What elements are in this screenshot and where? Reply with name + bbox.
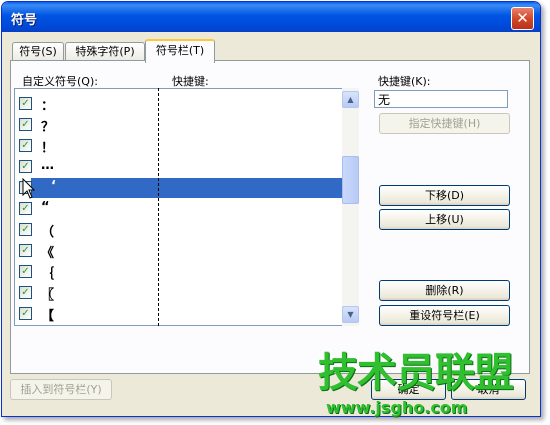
tab-symbols[interactable]: 符号(S) <box>12 42 64 61</box>
mouse-cursor-icon <box>22 177 36 203</box>
tab-special-label: 特殊字符(P) <box>75 45 135 58</box>
list-item-checkbox[interactable]: ✓ <box>19 286 32 299</box>
scroll-thumb[interactable] <box>342 156 359 204</box>
list-item-checkbox[interactable]: ✓ <box>19 223 32 236</box>
check-icon: ✓ <box>21 287 30 298</box>
list-item[interactable]: ✓ ！ <box>15 135 349 156</box>
check-icon: ✓ <box>21 266 30 277</box>
tab-symbols-label: 符号(S) <box>19 45 57 58</box>
close-icon: ✕ <box>516 9 529 27</box>
insert-to-symbol-bar-button[interactable]: 插入到符号栏(Y) <box>10 379 112 400</box>
list-item-checkbox[interactable]: ✓ <box>19 244 32 257</box>
tab-special-characters[interactable]: 特殊字符(P) <box>65 42 145 61</box>
list-item-symbol: （ <box>41 225 55 240</box>
scroll-down-button[interactable]: ▼ <box>342 306 359 323</box>
list-item[interactable]: ✓ 【 <box>15 303 349 324</box>
delete-button[interactable]: 删除(R) <box>379 280 510 301</box>
list-scrollbar[interactable]: ▲ ▼ <box>342 88 359 326</box>
scroll-up-button[interactable]: ▲ <box>342 91 359 108</box>
list-item-checkbox[interactable]: ✓ <box>19 118 32 131</box>
check-icon: ✓ <box>21 203 30 214</box>
list-item-symbol: “ <box>41 200 50 215</box>
chevron-down-icon: ▼ <box>347 310 354 319</box>
window-title: 符号 <box>11 13 38 28</box>
reset-symbol-bar-button[interactable]: 重设符号栏(E) <box>379 305 510 326</box>
list-item-symbol: 〖 <box>41 288 55 303</box>
list-item-selected[interactable]: ‘ <box>15 177 349 198</box>
list-item[interactable]: ✓ ： <box>15 93 349 114</box>
check-icon: ✓ <box>21 245 30 256</box>
check-icon: ✓ <box>21 119 30 130</box>
list-item[interactable]: ✓ … <box>15 156 349 177</box>
tab-symbol-bar-label: 符号栏(T) <box>155 44 205 57</box>
assign-shortcut-button[interactable]: 指定快捷键(H) <box>379 113 510 134</box>
list-item-symbol: ： <box>41 99 55 114</box>
list-item[interactable]: ✓ （ <box>15 219 349 240</box>
check-icon: ✓ <box>21 224 30 235</box>
list-item-checkbox[interactable]: ✓ <box>19 97 32 110</box>
list-item-checkbox[interactable]: ✓ <box>19 265 32 278</box>
shortcut-key-label: 快捷键(K): <box>378 75 431 88</box>
move-down-button[interactable]: 下移(D) <box>379 185 510 206</box>
check-icon: ✓ <box>21 98 30 109</box>
list-item-symbol: ！ <box>41 141 55 156</box>
list-item[interactable]: ✓ 《 <box>15 240 349 261</box>
watermark-logo-text: 技术员联盟 <box>318 350 514 396</box>
watermark-url: www.jsgho.com <box>326 398 468 417</box>
chevron-up-icon: ▲ <box>347 95 354 104</box>
list-item[interactable]: ✓ “ <box>15 198 349 219</box>
close-button[interactable]: ✕ <box>511 7 534 30</box>
list-item-checkbox[interactable]: ✓ <box>19 160 32 173</box>
check-icon: ✓ <box>21 161 30 172</box>
list-item-symbol: 《 <box>41 246 55 261</box>
check-icon: ✓ <box>21 308 30 319</box>
move-up-button[interactable]: 上移(U) <box>379 209 510 230</box>
list-item-symbol: ‘ <box>51 179 56 194</box>
custom-symbol-list[interactable]: ✓ ： ✓ ？ ✓ ！ ✓ … ‘ ✓ “ ✓ （ ✓ 《 ✓ ｛ ✓ 〖 ✓ … <box>14 88 350 326</box>
list-item[interactable]: ✓ 〖 <box>15 282 349 303</box>
column-divider <box>158 88 159 326</box>
list-item-symbol: 【 <box>41 309 55 324</box>
watermark: 技术员联盟 www.jsgho.com <box>318 350 514 417</box>
list-item-symbol: ｛ <box>41 267 55 282</box>
list-item[interactable]: ✓ ？ <box>15 114 349 135</box>
list-item-checkbox[interactable]: ✓ <box>19 307 32 320</box>
custom-symbol-label: 自定义符号(Q): <box>22 75 98 88</box>
selection-highlight <box>31 178 343 198</box>
list-item-checkbox[interactable]: ✓ <box>19 202 32 215</box>
list-item-checkbox[interactable]: ✓ <box>19 139 32 152</box>
shortcut-column-label: 快捷键: <box>172 75 209 88</box>
shortcut-key-field[interactable]: 无 <box>374 90 508 108</box>
check-icon: ✓ <box>21 140 30 151</box>
list-item-symbol: ？ <box>41 120 55 135</box>
list-item-symbol: … <box>41 158 54 173</box>
list-item[interactable]: ✓ ｛ <box>15 261 349 282</box>
tab-symbol-bar[interactable]: 符号栏(T) <box>145 39 215 63</box>
title-bar[interactable]: 符号 ✕ <box>2 2 540 32</box>
